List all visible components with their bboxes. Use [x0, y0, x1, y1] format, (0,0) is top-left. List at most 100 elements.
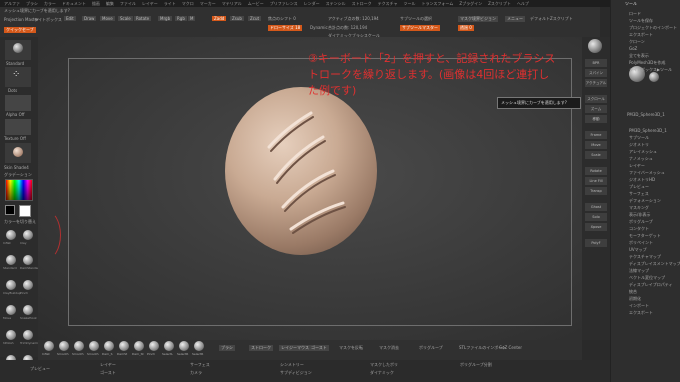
switch-color-label[interactable]: カラーを切り替え: [4, 219, 36, 225]
right-shelf-button[interactable]: ズーム: [585, 105, 607, 113]
tray-menu-item[interactable]: エクスポート: [629, 31, 680, 38]
tray-menu-item[interactable]: プレビュー: [629, 183, 680, 190]
tray-menu-item[interactable]: ファイバーメッシュ: [629, 169, 680, 176]
bottom-shelf-item[interactable]: GoZ Center: [499, 345, 522, 350]
right-shelf-button[interactable]: Xpose: [585, 223, 607, 231]
tray-menu-item[interactable]: GoZ: [629, 45, 680, 52]
mask-edge-button[interactable]: マスク境界ビジョン: [458, 16, 498, 22]
right-shelf-button[interactable]: BPR: [585, 59, 607, 67]
menu-item[interactable]: マクロ: [182, 0, 194, 7]
bottom-brush-icon[interactable]: [149, 341, 159, 351]
tray-menu-item[interactable]: サーフェス: [629, 190, 680, 197]
bottom-brush-icon[interactable]: [134, 341, 144, 351]
right-shelf-button[interactable]: Transp: [585, 187, 607, 195]
bottom-brush-icon[interactable]: [44, 341, 54, 351]
tray-menu-item[interactable]: ポリグループ: [629, 218, 680, 225]
quick-sketch-button[interactable]: クイックセーブ: [4, 27, 36, 33]
bottom-brush-icon[interactable]: [179, 341, 189, 351]
tray-menu-item[interactable]: マスキング: [629, 204, 680, 211]
bottom-brush-icon[interactable]: [59, 341, 69, 351]
menu-item[interactable]: プリファレンス: [270, 0, 298, 7]
menu-item[interactable]: テクスチャ: [378, 0, 398, 7]
tray-menu-item[interactable]: 初期化: [629, 295, 680, 302]
dynamic-toggle[interactable]: Dynamic: [310, 25, 328, 30]
tray-menu-item[interactable]: PM3D_Sphere3D_1: [629, 127, 680, 134]
status-item[interactable]: シンメトリー: [280, 362, 304, 368]
tray-menu-item[interactable]: PolyMesh3Dを作成: [629, 59, 680, 66]
tray-menu-item[interactable]: インポート: [629, 302, 680, 309]
rgb-button[interactable]: Rgb: [175, 16, 187, 21]
rotate-button[interactable]: Rotate: [134, 16, 152, 21]
tray-menu-item[interactable]: クローン: [629, 38, 680, 45]
zcut-button[interactable]: Zcut: [248, 16, 262, 21]
right-shelf-button[interactable]: Solo: [585, 213, 607, 221]
bpr-render-icon[interactable]: [588, 39, 602, 53]
menu-item[interactable]: マーカー: [200, 0, 216, 7]
edit-button[interactable]: Edit: [64, 16, 76, 21]
see-through-slider[interactable]: 透過 0: [458, 25, 474, 31]
brush-slot[interactable]: SnakeHook: [20, 304, 37, 324]
menu-item[interactable]: ツール: [404, 0, 416, 7]
menu-item[interactable]: ライト: [164, 0, 176, 7]
right-shelf-button[interactable]: Frame: [585, 131, 607, 139]
tray-menu-item[interactable]: コンタクト: [629, 225, 680, 232]
bottom-shelf-button[interactable]: レイジーマウス: [279, 345, 311, 351]
right-shelf-button[interactable]: アクチュアル: [585, 79, 607, 87]
main-color-swatch[interactable]: [19, 205, 31, 217]
status-item[interactable]: ポリグループ分割: [460, 362, 492, 368]
menu-item[interactable]: レイヤー: [142, 0, 158, 7]
menu-item[interactable]: ファイル: [120, 0, 136, 7]
tray-menu-item[interactable]: エクスポート: [629, 309, 680, 316]
menu-item[interactable]: マテリアル: [222, 0, 242, 7]
right-shelf-button[interactable]: スパイン: [585, 69, 607, 77]
brush-slot[interactable]: Pinch: [20, 279, 36, 299]
tray-menu-item[interactable]: テクスチャマップ: [629, 253, 680, 260]
tray-menu-item[interactable]: ライトボックス▶ツール: [629, 66, 680, 73]
status-item[interactable]: レイヤー: [100, 362, 116, 368]
bottom-shelf-item[interactable]: マスクを反転: [339, 345, 363, 351]
standard-brush-slot[interactable]: [5, 40, 31, 60]
stroke-slot[interactable]: ⁘: [5, 67, 31, 87]
bottom-brush-icon[interactable]: [89, 341, 99, 351]
tray-menu-item[interactable]: 表示/非表示: [629, 211, 680, 218]
right-shelf-button[interactable]: Line Fill: [585, 177, 607, 185]
menu-item[interactable]: アルファ: [4, 0, 20, 7]
subtool-master-button[interactable]: サブツールマスター: [400, 25, 440, 31]
secondary-color-swatch[interactable]: [5, 205, 15, 215]
move-button[interactable]: Move: [100, 16, 115, 21]
tray-menu-item[interactable]: レイヤー: [629, 162, 680, 169]
menu-item[interactable]: ヘルプ: [517, 0, 529, 7]
sculpt-sphere[interactable]: [225, 87, 377, 255]
right-shelf-button[interactable]: 移動: [585, 115, 607, 123]
tray-menu-item[interactable]: 全てを表示: [629, 52, 680, 59]
menu-item[interactable]: Zプラグイン: [459, 0, 482, 7]
menu-item[interactable]: Zスクリプト: [488, 0, 511, 7]
menu-item[interactable]: ドキュメント: [62, 0, 86, 7]
status-item[interactable]: マスクしたポリ: [370, 362, 398, 368]
menu-item[interactable]: ムービー: [248, 0, 264, 7]
menu-item[interactable]: レンダー: [304, 0, 320, 7]
brush-slot[interactable]: TrimDynamic: [20, 329, 40, 349]
menu-item[interactable]: 編集: [106, 0, 114, 7]
right-shelf-button[interactable]: スクロール: [585, 95, 607, 103]
bottom-shelf-button[interactable]: ゴースト: [309, 345, 329, 351]
draw-button[interactable]: Draw: [82, 16, 97, 21]
draw-size-slider[interactable]: ドローサイズ 18: [268, 25, 303, 31]
brush-slot[interactable]: DamStandard: [20, 254, 41, 274]
m-button[interactable]: M: [188, 16, 196, 21]
bottom-shelf-item[interactable]: ポリグループ: [419, 345, 443, 351]
status-item[interactable]: サブディビジョン: [280, 370, 312, 376]
menu-item[interactable]: ブラシ: [26, 0, 38, 7]
mrgb-button[interactable]: Mrgb: [158, 16, 173, 21]
color-picker[interactable]: [5, 179, 33, 201]
scale-button[interactable]: Scale: [118, 16, 133, 21]
subtool-select-button[interactable]: サブツールの選択: [400, 16, 432, 22]
tray-menu-item[interactable]: 法線マップ: [629, 267, 680, 274]
bottom-shelf-button[interactable]: ブラシ: [219, 345, 235, 351]
status-item[interactable]: サーフェス: [190, 362, 210, 368]
lightbox-button[interactable]: ライトボックス: [34, 17, 62, 23]
bottom-shelf-button[interactable]: ストローク: [249, 345, 273, 351]
brush-slot[interactable]: Standard: [3, 254, 19, 274]
tray-menu-item[interactable]: ジオメトリHD: [629, 176, 680, 183]
bottom-brush-icon[interactable]: [104, 341, 114, 351]
